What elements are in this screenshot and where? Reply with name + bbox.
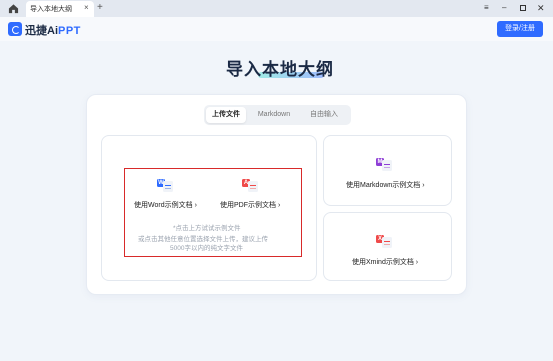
logo-text[interactable]: 迅捷AiPPT — [25, 22, 81, 38]
chevron-right-icon: › — [422, 182, 425, 189]
browser-tab-title: 导入本地大纲 — [30, 6, 72, 13]
page-title: 导入本地大纲 — [226, 60, 334, 79]
import-panel: 上传文件 Markdown 自由输入 W 使用Word示例文档 › A 使用PD… — [86, 94, 467, 295]
new-tab-icon[interactable]: + — [97, 1, 103, 15]
browser-titlebar: 导入本地大纲 × + ≡ – ✕ — [0, 0, 553, 17]
xmind-sample-link[interactable]: 使用Xmind示例文档 › — [352, 257, 418, 267]
annotation-highlight-box — [124, 168, 302, 257]
xmind-doc-icon[interactable]: X — [376, 235, 394, 248]
tab-upload-file[interactable]: 上传文件 — [206, 107, 246, 123]
markdown-sample-link[interactable]: 使用Markdown示例文档 › — [346, 180, 425, 190]
home-icon[interactable] — [8, 3, 19, 14]
login-register-button[interactable]: 登录/注册 — [497, 21, 543, 37]
menu-icon[interactable]: ≡ — [484, 2, 489, 14]
logo-icon[interactable] — [8, 22, 22, 36]
markdown-doc-icon[interactable]: M — [376, 158, 394, 171]
maximize-icon[interactable] — [520, 5, 526, 11]
close-window-icon[interactable]: ✕ — [537, 2, 545, 14]
import-mode-tabs: 上传文件 Markdown 自由输入 — [204, 105, 351, 125]
logo-text-main: 迅捷Ai — [25, 25, 58, 37]
minimize-icon[interactable]: – — [502, 2, 506, 14]
close-tab-icon[interactable]: × — [84, 3, 89, 13]
logo-text-accent: PPT — [58, 25, 81, 37]
tab-markdown[interactable]: Markdown — [252, 107, 296, 123]
chevron-right-icon: › — [415, 259, 419, 266]
browser-tab[interactable]: 导入本地大纲 × — [26, 1, 94, 17]
tab-free-input[interactable]: 自由输入 — [302, 107, 346, 123]
app-header: 迅捷AiPPT 登录/注册 — [0, 17, 553, 41]
markdown-sample-label: 使用Markdown示例文档 — [346, 182, 421, 189]
xmind-sample-label: 使用Xmind示例文档 — [352, 259, 414, 266]
